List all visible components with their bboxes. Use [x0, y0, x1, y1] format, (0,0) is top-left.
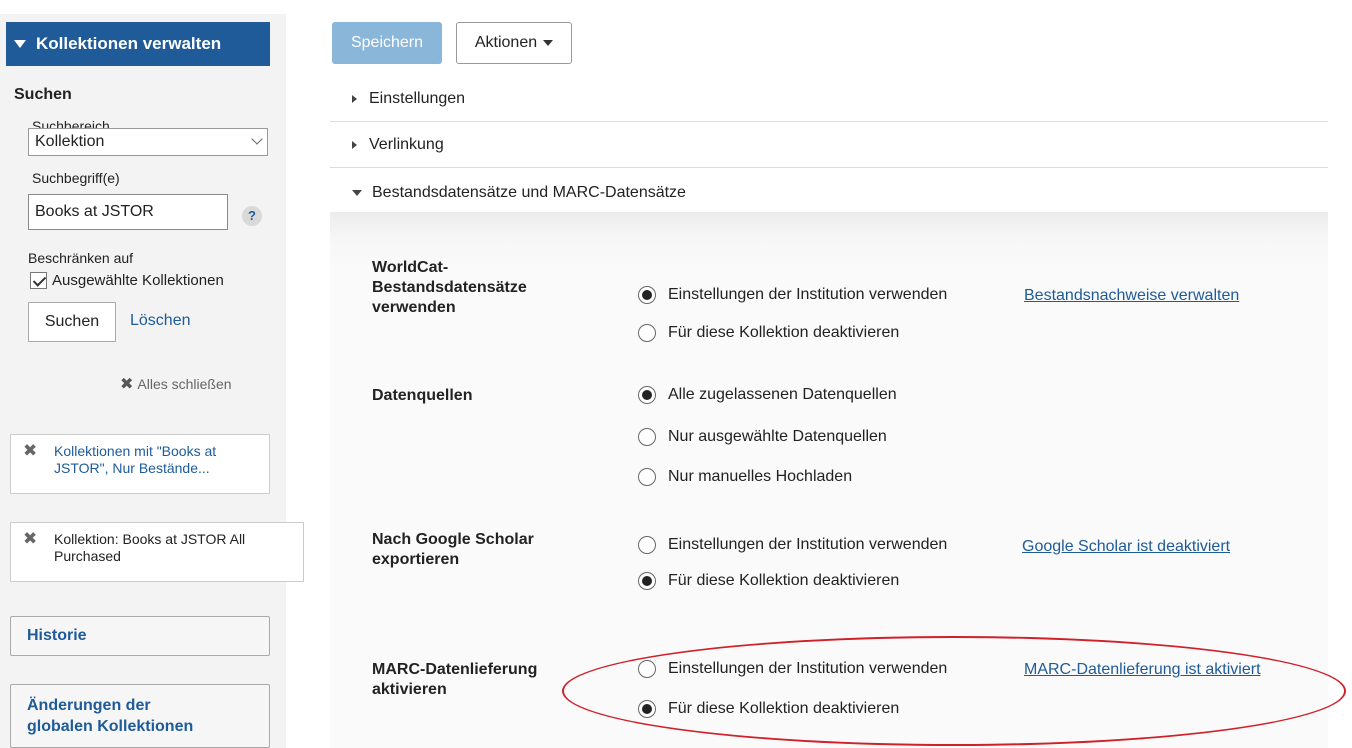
marc-label: MARC-Datenlieferung aktivieren	[372, 661, 538, 698]
sources-label: Datenquellen	[372, 387, 473, 404]
actions-label: Aktionen	[474, 34, 538, 51]
manage-holdings-link[interactable]: Bestandsnachweise verwalten	[1024, 287, 1239, 305]
radio-button[interactable]	[638, 428, 656, 446]
restrict-checkbox-label: Ausgewählte Kollektionen	[52, 272, 224, 289]
worldcat-option-institution[interactable]: Einstellungen der Institution verwenden	[638, 286, 947, 304]
sources-option-manual[interactable]: Nur manuelles Hochladen	[638, 468, 852, 486]
section-settings-title: Einstellungen	[369, 89, 466, 107]
caret-down-icon	[543, 40, 554, 46]
close-all-link[interactable]: ✖ Alles schließen	[120, 374, 232, 394]
search-title: Suchen	[14, 86, 72, 103]
scholar-option-disable[interactable]: Für diese Kollektion deaktivieren	[638, 572, 899, 590]
section-holdings-title: Bestandsdatensätze und MARC-Datensätze	[372, 184, 686, 201]
worldcat-option-disable[interactable]: Für diese Kollektion deaktivieren	[638, 324, 899, 342]
sources-option-selected[interactable]: Nur ausgewählte Datenquellen	[638, 428, 887, 446]
collapse-triangle-icon	[352, 190, 362, 196]
scholar-option-institution[interactable]: Einstellungen der Institution verwenden	[638, 536, 947, 554]
collections-manage-header[interactable]: Kollektionen verwalten	[6, 22, 270, 66]
search-term-input[interactable]: Books at JSTOR	[28, 194, 228, 230]
expand-triangle-icon	[352, 140, 357, 149]
radio-button[interactable]	[638, 324, 656, 342]
scope-select[interactable]: Kollektion	[28, 128, 268, 156]
filter-chip: ✖ Kollektion: Books at JSTOR All Purchas…	[10, 522, 304, 582]
collapse-triangle-icon	[14, 40, 26, 48]
search-term-value: Books at JSTOR	[35, 203, 154, 220]
chevron-down-icon	[251, 133, 263, 145]
history-panel[interactable]: Historie	[10, 616, 270, 656]
scholar-label: Nach Google Scholar exportieren	[372, 531, 534, 568]
clear-link[interactable]: Löschen	[130, 312, 191, 330]
remove-filter-icon[interactable]: ✖	[23, 441, 37, 461]
scholar-status-link[interactable]: Google Scholar ist deaktiviert	[1022, 538, 1230, 556]
radio-button[interactable]	[638, 572, 656, 590]
radio-button[interactable]	[638, 468, 656, 486]
actions-dropdown[interactable]: Aktionen	[456, 22, 572, 64]
section-settings[interactable]: Einstellungen	[330, 76, 1328, 122]
expand-triangle-icon	[352, 94, 357, 103]
scope-select-value: Kollektion	[35, 133, 105, 150]
filter-chip-text: Kollektion: Books at JSTOR All Purchased	[54, 531, 246, 564]
section-linking[interactable]: Verlinkung	[330, 122, 1328, 168]
global-changes-panel[interactable]: Änderungen der globalen Kollektionen	[10, 684, 270, 748]
radio-button[interactable]	[638, 286, 656, 304]
restrict-label: Beschränken auf	[28, 250, 134, 266]
highlight-ellipse	[562, 636, 1346, 746]
filter-chip-text[interactable]: Kollektionen mit "Books at JSTOR", Nur B…	[54, 443, 216, 477]
collections-manage-title: Kollektionen verwalten	[36, 34, 222, 53]
restrict-checkbox[interactable]	[30, 272, 47, 289]
section-linking-title: Verlinkung	[369, 135, 444, 153]
remove-filter-icon[interactable]: ✖	[23, 529, 37, 549]
close-icon: ✖	[120, 376, 134, 393]
radio-button[interactable]	[638, 386, 656, 404]
term-label: Suchbegriff(e)	[32, 170, 120, 186]
help-icon[interactable]: ?	[242, 206, 262, 226]
search-button[interactable]: Suchen	[28, 302, 116, 342]
sources-option-all[interactable]: Alle zugelassenen Datenquellen	[638, 386, 897, 404]
worldcat-label: WorldCat- Bestandsdatensätze verwenden	[372, 259, 527, 316]
radio-button[interactable]	[638, 536, 656, 554]
save-button[interactable]: Speichern	[332, 22, 442, 64]
close-all-label: Alles schließen	[137, 376, 232, 392]
filter-chip: ✖ Kollektionen mit "Books at JSTOR", Nur…	[10, 434, 270, 494]
section-holdings[interactable]: Bestandsdatensätze und MARC-Datensätze	[330, 170, 1328, 216]
sidebar: Kollektionen verwalten Suchen Suchbereic…	[0, 14, 304, 748]
